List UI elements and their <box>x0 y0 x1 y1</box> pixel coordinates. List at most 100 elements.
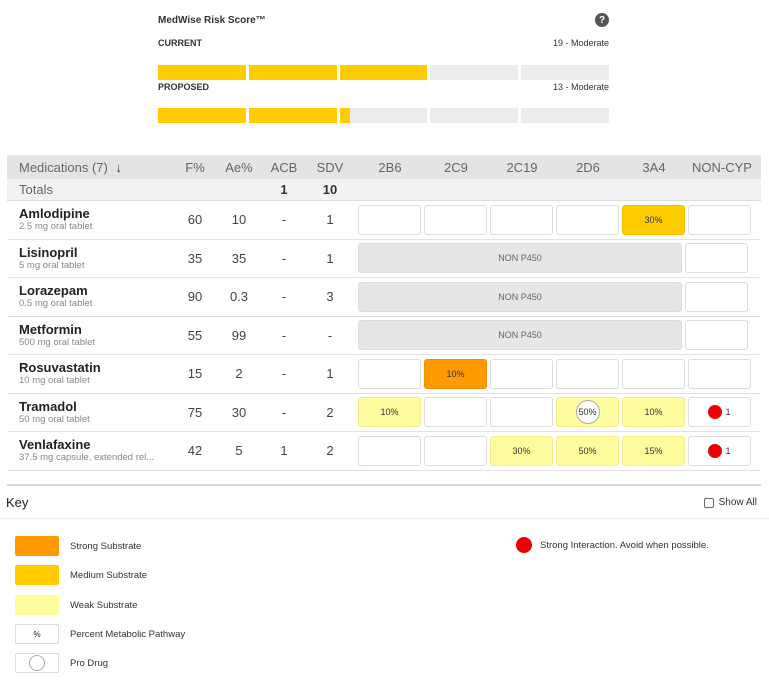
f-value: 35 <box>187 250 203 266</box>
proposed-bar-segment <box>339 108 428 123</box>
sdv-value: 1 <box>326 366 334 382</box>
noncyp-cell[interactable] <box>685 243 748 274</box>
medication-dose: 0.5 mg oral tablet <box>19 298 93 310</box>
acb-value: - <box>281 366 287 382</box>
medication-name[interactable]: Metformin <box>19 322 173 337</box>
key-label-strong: Strong Substrate <box>70 540 142 552</box>
cyp-cell[interactable]: 30% <box>622 204 685 235</box>
cyp-cell[interactable] <box>556 358 619 389</box>
sdv-column-header[interactable]: SDV <box>307 160 353 175</box>
medication-name[interactable]: Tramadol <box>19 399 173 414</box>
medication-name[interactable]: Lisinopril <box>19 245 173 260</box>
interaction-dot-icon[interactable] <box>708 443 723 458</box>
medication-cell[interactable]: Metformin 500 mg oral tablet <box>7 322 173 349</box>
cyp-cell[interactable]: 10% <box>424 358 487 389</box>
ae-column-header[interactable]: Ae% <box>217 160 261 175</box>
cyp-cell[interactable] <box>358 435 421 466</box>
current-bar-segment <box>158 65 246 80</box>
non-p450-cell[interactable]: NON P450 <box>358 243 682 274</box>
medication-cell[interactable]: Tramadol 50 mg oral tablet <box>7 399 173 426</box>
proposed-bar-segment-fill <box>339 108 351 123</box>
medication-cell[interactable]: Rosuvastatin 10 mg oral tablet <box>7 360 173 387</box>
noncyp-cell[interactable] <box>685 320 748 351</box>
noncyp-cell[interactable]: 1 <box>688 397 751 428</box>
key-item-strong: Strong Substrate <box>15 536 141 556</box>
noncyp-cell[interactable] <box>685 281 748 312</box>
acb-column-header[interactable]: ACB <box>261 160 307 175</box>
cyp-cell[interactable] <box>358 204 421 235</box>
cyp-cell[interactable] <box>490 397 553 428</box>
noncyp-cell[interactable] <box>688 358 751 389</box>
table-row[interactable]: Lorazepam 0.5 mg oral tablet 90 0.3 - 3 NON P4… <box>7 278 761 317</box>
key-item-prodrug: Pro Drug <box>15 653 108 673</box>
cyp-cell[interactable] <box>622 358 685 389</box>
proposed-label: PROPOSED <box>158 82 210 92</box>
current-bar-segment-fill <box>158 65 246 80</box>
cyp-3a4-header[interactable]: 3A4 <box>621 160 687 175</box>
table-row[interactable]: Metformin 500 mg oral tablet 55 99 - - NON P45… <box>7 317 761 355</box>
f-column-header[interactable]: F% <box>173 160 217 175</box>
cyp-cell[interactable]: 30% <box>490 435 553 466</box>
medications-column-header[interactable]: Medications (7) ↓ <box>7 160 173 175</box>
medication-cell[interactable]: Venlafaxine 37.5 mg capsule, extended rel… <box>7 437 173 464</box>
cyp-2c9-header[interactable]: 2C9 <box>423 160 489 175</box>
medication-name[interactable]: Lorazepam <box>19 283 173 298</box>
key-label-prodrug: Pro Drug <box>70 657 109 669</box>
prodrug-icon: 50% <box>575 400 600 425</box>
ae-value: 10 <box>231 212 247 228</box>
proposed-bar-segment-fill <box>248 108 337 123</box>
cyp-cell[interactable]: 15% <box>622 435 685 466</box>
noncyp-cell[interactable] <box>688 204 751 235</box>
risk-score-title: MedWise Risk Score™ <box>158 14 266 26</box>
medication-cell[interactable]: Amlodipine 2.5 mg oral tablet <box>7 206 173 233</box>
medication-dose: 5 mg oral tablet <box>19 259 85 271</box>
medication-name[interactable]: Amlodipine <box>19 206 173 221</box>
show-all-checkbox[interactable] <box>703 497 714 508</box>
table-row[interactable]: Rosuvastatin 10 mg oral tablet 15 2 - 1 10% <box>7 355 761 394</box>
ae-value: 0.3 <box>229 289 249 305</box>
medication-cell[interactable]: Lorazepam 0.5 mg oral tablet <box>7 283 173 310</box>
interaction-dot-icon[interactable] <box>708 405 723 420</box>
weak-swatch <box>15 595 59 615</box>
sort-arrow-icon[interactable]: ↓ <box>116 160 123 175</box>
cyp-cell[interactable] <box>556 204 619 235</box>
medication-cell[interactable]: Lisinopril 5 mg oral tablet <box>7 245 173 272</box>
table-row[interactable]: Venlafaxine 37.5 mg capsule, extended rel… <box>7 432 761 471</box>
proposed-bar-segment-fill <box>158 108 246 123</box>
sdv-value: 3 <box>326 289 334 305</box>
cyp-cell[interactable] <box>358 358 421 389</box>
show-all-toggle[interactable]: Show All <box>703 497 757 508</box>
cyp-cells: 10% 50% 10% 1 <box>353 394 751 432</box>
noncyp-cell[interactable]: 1 <box>688 435 751 466</box>
cyp-cell[interactable] <box>424 397 487 428</box>
cyp-cell[interactable] <box>424 435 487 466</box>
medication-name[interactable]: Venlafaxine <box>19 437 173 452</box>
cyp-cell[interactable]: 50% <box>556 435 619 466</box>
question-icon[interactable]: ? <box>595 13 609 27</box>
non-p450-cell[interactable]: NON P450 <box>358 320 682 351</box>
totals-label: Totals <box>19 182 53 197</box>
non-p450-cell[interactable]: NON P450 <box>358 281 682 312</box>
table-row[interactable]: Amlodipine 2.5 mg oral tablet 60 10 - 1 30% <box>7 201 761 240</box>
noncyp-header[interactable]: NON-CYP <box>687 160 757 175</box>
cyp-cell[interactable] <box>424 204 487 235</box>
cyp-2d6-header[interactable]: 2D6 <box>555 160 621 175</box>
table-row[interactable]: Tramadol 50 mg oral tablet 75 30-2 10% 50% 10%… <box>7 394 761 432</box>
cyp-cell[interactable]: 10% <box>358 397 421 428</box>
cyp-cell[interactable]: 10% <box>622 397 685 428</box>
current-bar-segment-fill <box>339 65 428 80</box>
medication-name[interactable]: Rosuvastatin <box>19 360 173 375</box>
ae-value: 5 <box>235 443 243 459</box>
acb-value: - <box>281 250 287 266</box>
cyp-cell[interactable]: 50% <box>556 397 619 428</box>
table-row[interactable]: Lisinopril 5 mg oral tablet 35 35 - 1 NON P450 <box>7 240 761 278</box>
cyp-cell[interactable] <box>490 358 553 389</box>
f-value: 42 <box>187 443 203 459</box>
cyp-cells: NON P450 <box>353 278 748 316</box>
cyp-cell[interactable] <box>490 204 553 235</box>
table-header: Medications (7) ↓ F% Ae% ACB SDV 2B6 2C9… <box>7 155 761 179</box>
acb-value: 1 <box>280 443 288 459</box>
cyp-2b6-header[interactable]: 2B6 <box>357 160 423 175</box>
totals-acb: 1 <box>280 182 288 197</box>
cyp-2c19-header[interactable]: 2C19 <box>489 160 555 175</box>
